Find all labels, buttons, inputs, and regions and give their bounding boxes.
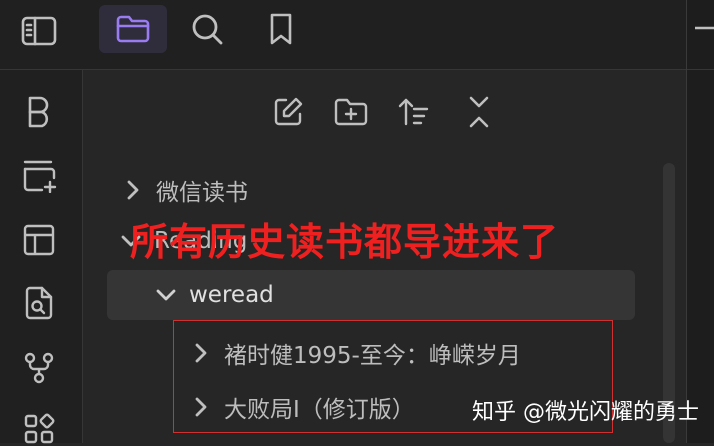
folder-icon[interactable] xyxy=(112,12,154,46)
b-letter-icon[interactable] xyxy=(18,92,60,132)
watermark: 知乎 @微光闪耀的勇士 xyxy=(472,400,699,425)
top-toolbar xyxy=(0,0,686,70)
file-search-icon[interactable] xyxy=(18,282,60,324)
add-card-icon[interactable] xyxy=(18,156,60,196)
chevron-right-icon xyxy=(120,177,146,203)
tree-item-folder[interactable]: weread xyxy=(153,282,274,308)
chevron-down-icon xyxy=(153,282,179,308)
layout-icon[interactable] xyxy=(18,220,60,260)
sidebar-toggle-icon[interactable] xyxy=(18,12,60,50)
grid-icon[interactable] xyxy=(18,412,60,446)
tree-item-folder[interactable]: 微信读书 xyxy=(120,173,248,207)
annotation-text: 所有历史读书都导进来了 xyxy=(130,220,560,264)
right-edge-strip xyxy=(686,0,714,443)
tree-item-label: weread xyxy=(189,282,274,308)
left-ribbon xyxy=(0,70,83,446)
graph-icon[interactable] xyxy=(18,348,60,388)
tree-item-label: 微信读书 xyxy=(156,180,248,206)
collapse-all-icon[interactable] xyxy=(462,94,496,130)
search-icon[interactable] xyxy=(188,10,226,48)
menu-stub-icon xyxy=(687,18,714,38)
new-folder-icon[interactable] xyxy=(332,94,370,130)
bookmark-icon[interactable] xyxy=(264,10,298,48)
sort-icon[interactable] xyxy=(396,94,432,130)
new-note-icon[interactable] xyxy=(270,94,306,130)
